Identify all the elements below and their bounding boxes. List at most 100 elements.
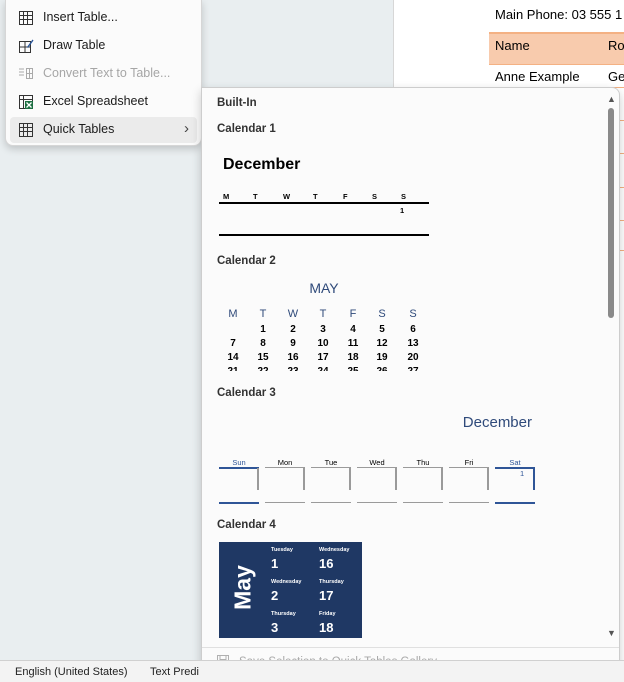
day-header: F xyxy=(343,192,348,201)
excel-icon xyxy=(18,94,34,110)
text-prediction-status[interactable]: Text Predi xyxy=(150,666,199,678)
calendar-3-cell-divider xyxy=(303,468,305,490)
calendar-4-title: Calendar 4 xyxy=(217,519,276,531)
convert-text-icon xyxy=(18,66,34,82)
calendar-3-day-header: Mon xyxy=(277,458,293,467)
calendar-4-weekday: Thursday xyxy=(271,611,296,617)
calendar-3-cell-top xyxy=(403,467,443,468)
calendar-1-rule xyxy=(219,202,429,204)
calendar-1-rule xyxy=(219,234,429,236)
gallery-header: Built-In xyxy=(217,97,257,109)
day-header: M xyxy=(228,308,238,320)
calendar-4-date: 16 xyxy=(319,556,334,571)
quick-tables-icon xyxy=(18,122,34,138)
calendar-2-date-cell: 12 xyxy=(376,338,388,349)
calendar-3-cell-bottom xyxy=(495,502,535,504)
calendar-2-preview[interactable]: MAY M T W T F S S 1 2 3 4 5 6 7 8 9 10 11 12 13 14 15 1… xyxy=(219,276,429,371)
calendar-3-cell-divider xyxy=(487,468,489,490)
calendar-3-month: December xyxy=(462,414,532,431)
calendar-3-day-header: Sun xyxy=(232,458,246,467)
table-grid-icon xyxy=(18,10,34,26)
calendar-2-title: Calendar 2 xyxy=(217,255,276,267)
calendar-3-cell-bottom xyxy=(311,502,351,503)
calendar-3-cell-top xyxy=(311,467,351,468)
menu-item-excel-spreadsheet[interactable]: Excel Spreadsheet xyxy=(10,89,197,115)
language-status[interactable]: English (United States) xyxy=(15,666,128,678)
calendar-4-weekday: Friday xyxy=(319,611,336,617)
calendar-2-date-cell: 10 xyxy=(317,338,329,349)
menu-item-label: Convert Text to Table... xyxy=(43,66,171,80)
gallery-footer-divider xyxy=(202,647,619,648)
calendar-3-day-header: Tue xyxy=(324,458,338,467)
calendar-3-day-header: Sat xyxy=(509,458,521,467)
calendar-2-date-cell: 13 xyxy=(407,338,419,349)
menu-item-convert-text[interactable]: Convert Text to Table... xyxy=(10,61,197,87)
calendar-3-preview[interactable]: December 1 Sun Mon Tue Wed Thu Fri Sat xyxy=(217,408,535,508)
day-header: T xyxy=(319,308,327,320)
calendar-3-day-header: Thu xyxy=(416,458,430,467)
calendar-2-date-cell: 8 xyxy=(260,338,266,349)
calendar-4-date: 18 xyxy=(319,620,334,635)
calendar-3-cell-top xyxy=(449,467,489,468)
calendar-2-date-cell: 22 xyxy=(253,366,273,371)
table-header-border xyxy=(489,64,624,65)
header-name: Name xyxy=(495,38,530,53)
menu-item-draw-table[interactable]: Draw Table xyxy=(10,33,197,59)
header-role: Ro xyxy=(608,38,624,53)
quick-tables-gallery: Built-In Calendar 1 December M T W T F S… xyxy=(201,87,620,677)
calendar-1-first-day: 1 xyxy=(400,206,405,215)
calendar-4-preview[interactable]: May Tuesday 1 Wednesday 16 Wednesday 2 T… xyxy=(219,542,362,638)
menu-item-label: Draw Table xyxy=(43,38,106,52)
calendar-3-cell-top xyxy=(219,467,259,469)
day-header: S xyxy=(378,308,386,320)
day-header: S xyxy=(409,308,417,320)
calendar-2-date-cell: 3 xyxy=(320,324,326,335)
day-header: S xyxy=(372,192,378,201)
calendar-2-date-cell: 5 xyxy=(379,324,385,335)
status-bar: English (United States) Text Predi xyxy=(0,660,624,682)
calendar-2-date-cell: 1 xyxy=(260,324,266,335)
scroll-down-icon[interactable]: ▼ xyxy=(607,628,616,638)
calendar-3-day-header: Wed xyxy=(369,458,385,467)
day-header: W xyxy=(283,192,291,201)
scroll-up-icon[interactable]: ▲ xyxy=(607,94,616,104)
calendar-3-cell-top xyxy=(495,467,535,469)
calendar-2-date-cell: 26 xyxy=(372,366,392,371)
calendar-2-date-cell: 11 xyxy=(347,338,359,349)
day-header: F xyxy=(349,308,357,320)
calendar-2-date-cell: 16 xyxy=(287,352,299,363)
calendar-2-date-cell: 6 xyxy=(410,324,416,335)
calendar-4-date: 2 xyxy=(271,588,279,603)
main-phone-text: Main Phone: 03 555 1 xyxy=(495,7,623,22)
gallery-scrollbar[interactable]: ▲ ▼ xyxy=(605,90,617,642)
calendar-2-date-cell: 19 xyxy=(376,352,388,363)
scrollbar-thumb[interactable] xyxy=(608,108,614,318)
calendar-3-cell-top xyxy=(357,467,397,468)
day-header: T xyxy=(313,192,318,201)
calendar-1-preview[interactable]: December M T W T F S S 1 xyxy=(219,148,429,240)
calendar-3-cell-bottom xyxy=(219,502,259,504)
calendar-4-date: 3 xyxy=(271,620,279,635)
calendar-2-date-cell: 21 xyxy=(223,366,243,371)
calendar-2-date-cell: 2 xyxy=(290,324,296,335)
calendar-2-date-cell: 24 xyxy=(313,366,333,371)
menu-item-insert-table[interactable]: Insert Table... xyxy=(10,5,197,31)
menu-item-quick-tables[interactable]: Quick Tables › xyxy=(10,117,197,143)
calendar-2-date-cell: 15 xyxy=(257,352,269,363)
day-header: S xyxy=(401,192,407,201)
calendar-4-weekday: Thursday xyxy=(319,579,344,585)
calendar-2-date-cell: 23 xyxy=(283,366,303,371)
table-header-row: Name Ro xyxy=(489,34,624,64)
calendar-3-cell-divider xyxy=(533,468,535,490)
calendar-3-day-header: Fri xyxy=(464,458,474,467)
calendar-2-date-cell: 7 xyxy=(230,338,236,349)
calendar-3-cell-divider xyxy=(441,468,443,490)
calendar-2-date-cell: 17 xyxy=(317,352,329,363)
calendar-4-weekday: Tuesday xyxy=(271,547,293,553)
calendar-1-title: Calendar 1 xyxy=(217,123,276,135)
insert-table-menu: Insert Table... Draw Table Convert Text … xyxy=(5,0,202,146)
calendar-4-date: 1 xyxy=(271,556,279,571)
table-cell-name: Anne Example xyxy=(495,69,580,84)
draw-table-icon xyxy=(18,38,34,54)
menu-item-label: Insert Table... xyxy=(43,10,118,24)
